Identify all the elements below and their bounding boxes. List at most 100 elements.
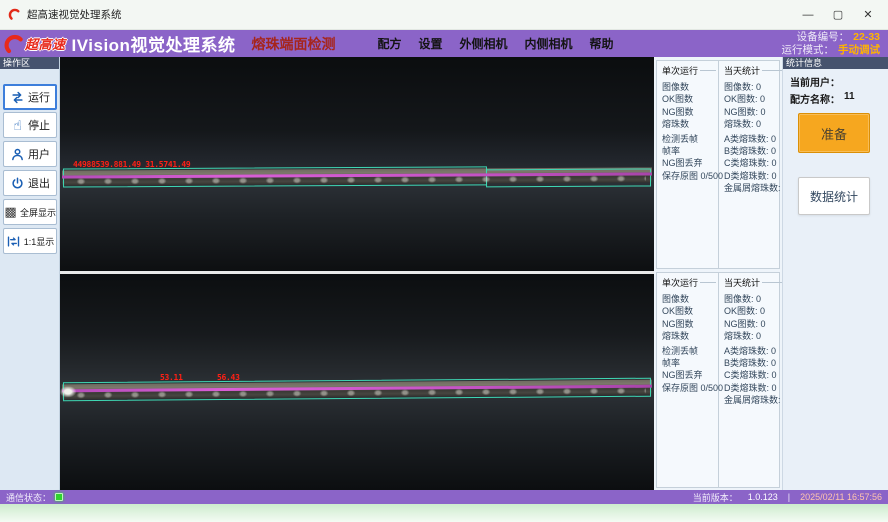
operation-sidebar: 操作区 运行 ☝ 停止 用户 xyxy=(0,57,60,490)
daily-stats-title: 当天统计 xyxy=(724,276,788,289)
camera-view-area: 44988539.881.49 31.5741.49 53.11 56.43 xyxy=(60,57,654,490)
current-user-label: 当前用户： xyxy=(790,74,840,89)
menu-settings[interactable]: 设置 xyxy=(418,35,442,52)
single-run-title: 单次运行 xyxy=(662,64,718,77)
stop-button[interactable]: ☝ 停止 xyxy=(3,112,57,138)
user-button-label: 用户 xyxy=(28,146,50,162)
stat-row: 保存原图 0/500 xyxy=(662,382,718,394)
status-bar: 通信状态： 当前版本： 1.0.123 | 2025/02/11 16:57:5… xyxy=(0,490,888,504)
roi-rect-icon xyxy=(63,166,487,187)
recipe-name-row: 配方名称： 11 xyxy=(790,91,855,106)
measurement-annotation: 44988539.881.49 31.5741.49 xyxy=(73,160,190,169)
user-button[interactable]: 用户 xyxy=(3,141,57,167)
device-number-value: 22-33 xyxy=(853,31,880,44)
stats-box-top: 单次运行 图像数 OK图数 NG图数 熔珠数 检测丢帧 帧率 NG图丢弃 保存原… xyxy=(656,60,780,269)
status-bar-right: 当前版本： 1.0.123 | 2025/02/11 16:57:56 xyxy=(693,491,882,504)
stop-hand-icon: ☝ xyxy=(10,117,25,133)
data-statistics-button[interactable]: 数据统计 xyxy=(798,177,870,215)
stat-row: OK图数 xyxy=(662,93,718,105)
single-run-title: 单次运行 xyxy=(662,276,718,289)
stat-row: OK图数 xyxy=(662,305,718,317)
daily-stats-column: 当天统计 图像数: 0 OK图数: 0 NG图数: 0 熔珠数: 0 A类熔珠数… xyxy=(719,273,788,487)
stat-row: NG图数: 0 xyxy=(724,106,788,118)
menu-inner-camera[interactable]: 内侧相机 xyxy=(525,35,573,52)
comm-status-indicator xyxy=(55,493,63,501)
stat-row: 帧率 xyxy=(662,145,718,157)
sidebar-title: 操作区 xyxy=(0,57,59,69)
stat-row: 保存原图 0/500 xyxy=(662,170,718,182)
run-button[interactable]: 运行 xyxy=(3,84,57,110)
status-separator: | xyxy=(788,492,790,502)
power-icon xyxy=(10,175,25,191)
stat-row: C类熔珠数: 0 xyxy=(724,369,788,381)
stat-row: NG图丢弃 xyxy=(662,369,718,381)
one-to-one-button[interactable]: 1:1显示 xyxy=(3,228,57,254)
menu-outer-camera[interactable]: 外侧相机 xyxy=(459,35,507,52)
stat-row: D类熔珠数: 0 xyxy=(724,170,788,182)
single-run-column: 单次运行 图像数 OK图数 NG图数 熔珠数 检测丢帧 帧率 NG图丢弃 保存原… xyxy=(657,273,719,487)
version-label: 当前版本： xyxy=(693,491,738,504)
app-icon xyxy=(8,8,21,21)
run-mode-value: 手动调试 xyxy=(838,44,880,57)
exit-button[interactable]: 退出 xyxy=(3,170,57,196)
weld-strip-image-top xyxy=(62,167,652,185)
device-number-label: 设备编号： xyxy=(797,31,850,44)
datetime-value: 2025/02/11 16:57:56 xyxy=(800,492,882,502)
stats-box-bottom: 单次运行 图像数 OK图数 NG图数 熔珠数 检测丢帧 帧率 NG图丢弃 保存原… xyxy=(656,272,780,488)
menu-bar: 配方 设置 外侧相机 内侧相机 帮助 xyxy=(377,35,613,52)
stat-row: 图像数 xyxy=(662,293,718,305)
stat-row: 帧率 xyxy=(662,357,718,369)
stop-button-label: 停止 xyxy=(28,117,50,133)
menu-recipe[interactable]: 配方 xyxy=(377,35,401,52)
measurement-annotation: 56.43 xyxy=(217,373,240,382)
app-window: 超高速视觉处理系统 — ▢ ✕ 超高速 IVision视觉处理系统 熔珠端面检测… xyxy=(0,0,888,522)
stat-row: D类熔珠数: 0 xyxy=(724,382,788,394)
fullscreen-button[interactable]: ▩ 全屏显示 xyxy=(3,199,57,225)
fullscreen-button-label: 全屏显示 xyxy=(20,206,56,219)
measurement-annotation: 53.11 xyxy=(160,373,183,382)
window-title: 超高速视觉处理系统 xyxy=(27,7,122,22)
stat-row: 熔珠数 xyxy=(662,330,718,342)
stats-column: 单次运行 图像数 OK图数 NG图数 熔珠数 检测丢帧 帧率 NG图丢弃 保存原… xyxy=(654,57,782,490)
comm-status-label: 通信状态： xyxy=(6,491,51,504)
stat-row: 熔珠数: 0 xyxy=(724,330,788,342)
stat-row: OK图数: 0 xyxy=(724,305,788,317)
stat-row: A类熔珠数: 0 xyxy=(724,133,788,145)
stat-row: 检测丢帧 xyxy=(662,133,718,145)
stat-row: 图像数: 0 xyxy=(724,293,788,305)
stat-row: 金属屑熔珠数: 0 xyxy=(724,182,788,194)
current-user-row: 当前用户： xyxy=(790,74,844,89)
user-icon xyxy=(10,146,25,162)
close-button[interactable]: ✕ xyxy=(856,5,880,25)
stat-row: 熔珠数: 0 xyxy=(724,118,788,130)
page-title: IVision视觉处理系统 xyxy=(72,31,236,56)
weld-strip-image-bottom xyxy=(62,380,652,400)
stat-row: 金属屑熔珠数: 0 xyxy=(724,394,788,406)
single-run-column: 单次运行 图像数 OK图数 NG图数 熔珠数 检测丢帧 帧率 NG图丢弃 保存原… xyxy=(657,61,719,268)
stat-row: 检测丢帧 xyxy=(662,345,718,357)
brand-name: 超高速 xyxy=(25,34,66,53)
prepare-button[interactable]: 准备 xyxy=(798,113,870,153)
outer-camera-viewport: 44988539.881.49 31.5741.49 xyxy=(60,57,654,271)
one-to-one-button-label: 1:1显示 xyxy=(24,235,55,248)
stat-row: 图像数: 0 xyxy=(724,81,788,93)
device-info: 设备编号： 22-33 运行模式： 手动调试 xyxy=(782,31,881,57)
stat-row: NG图丢弃 xyxy=(662,157,718,169)
maximize-button[interactable]: ▢ xyxy=(826,5,850,25)
window-controls: — ▢ ✕ xyxy=(796,5,880,25)
fullscreen-dither-icon: ▩ xyxy=(4,204,17,220)
app-subtitle: 熔珠端面检测 xyxy=(251,34,335,54)
stat-row: NG图数 xyxy=(662,106,718,118)
minimize-button[interactable]: — xyxy=(796,5,820,25)
recipe-name-label: 配方名称： xyxy=(790,91,840,106)
inner-camera-viewport: 53.11 56.43 xyxy=(60,274,654,490)
recipe-name-value: 11 xyxy=(844,91,855,106)
run-button-label: 运行 xyxy=(28,89,50,105)
menu-help[interactable]: 帮助 xyxy=(590,35,614,52)
run-mode-label: 运行模式： xyxy=(782,44,835,57)
roi-rect-icon xyxy=(486,168,651,187)
stat-row: NG图数 xyxy=(662,318,718,330)
info-panel: 统计信息 当前用户： 配方名称： 11 准备 数据统计 xyxy=(782,57,888,490)
daily-stats-title: 当天统计 xyxy=(724,64,788,77)
stat-row: 熔珠数 xyxy=(662,118,718,130)
